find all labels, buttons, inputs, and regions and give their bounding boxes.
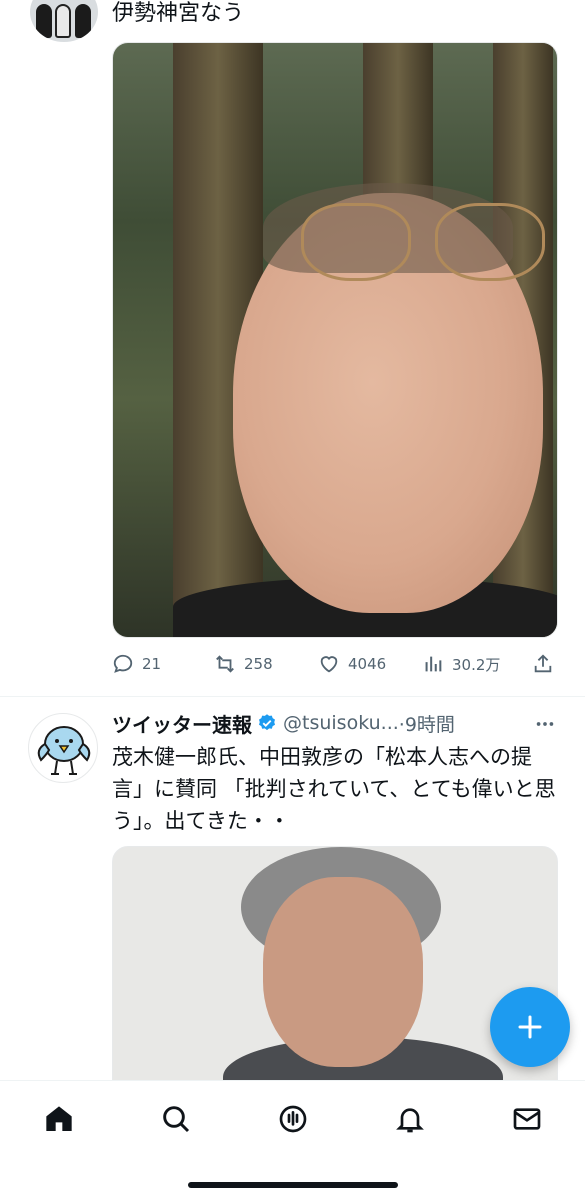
tweet-photo[interactable] — [112, 846, 558, 1086]
tweet-actions: 21 258 4046 30.2万 — [112, 648, 558, 680]
bell-icon — [396, 1108, 424, 1133]
home-indicator — [188, 1182, 398, 1188]
more-icon[interactable] — [534, 713, 556, 735]
tweet-text: 伊勢神宮なう — [112, 1, 245, 26]
tweet-timestamp[interactable]: ·9時間 — [399, 710, 455, 737]
envelope-icon — [513, 1108, 541, 1130]
author-name[interactable]: ツイッター速報 — [112, 709, 252, 738]
heart-icon — [320, 656, 338, 673]
views-button[interactable]: 30.2万 — [422, 648, 500, 680]
spaces-icon — [279, 1105, 307, 1133]
avatar[interactable] — [28, 713, 98, 783]
views-count: 30.2万 — [452, 655, 501, 674]
tab-notifications[interactable] — [394, 1103, 426, 1135]
views-icon — [425, 656, 442, 672]
retweet-icon — [216, 655, 234, 673]
photo-glasses — [301, 203, 411, 281]
search-icon — [163, 1106, 190, 1133]
photo-glasses — [435, 203, 545, 281]
avatar[interactable] — [30, 0, 98, 42]
tab-home[interactable] — [43, 1103, 75, 1135]
tweet-photo[interactable] — [112, 42, 558, 638]
avatar-person-figure — [55, 4, 71, 38]
author-handle[interactable]: @tsuisoku... — [283, 712, 399, 734]
bird-avatar-icon — [37, 726, 91, 775]
tab-spaces[interactable] — [277, 1103, 309, 1135]
like-button[interactable]: 4046 — [318, 648, 386, 680]
share-icon — [534, 654, 552, 673]
avatar-person-figure — [36, 4, 52, 38]
tweet-text: 茂木健一郎氏、中田敦彦の「松本人志への提言」に賛同 「批判されていて、とても偉い… — [112, 745, 556, 833]
retweet-button[interactable]: 258 — [214, 648, 273, 680]
tab-messages[interactable] — [511, 1103, 543, 1135]
avatar-person-figure — [75, 4, 91, 38]
tweet-header: ツイッター速報 @tsuisoku... ·9時間 — [112, 709, 455, 737]
tab-search[interactable] — [160, 1103, 192, 1135]
like-count: 4046 — [348, 655, 387, 673]
share-button[interactable] — [532, 648, 554, 680]
photo-face — [263, 877, 423, 1067]
compose-button[interactable] — [490, 987, 570, 1067]
reply-button[interactable]: 21 — [112, 648, 161, 680]
plus-icon — [518, 1015, 542, 1039]
retweet-count: 258 — [244, 655, 273, 673]
tweet-1[interactable]: 伊勢神宮なう 21 258 4046 30.2万 — [0, 0, 585, 696]
reply-icon — [113, 654, 133, 673]
reply-count: 21 — [142, 655, 162, 673]
verified-badge-icon — [259, 714, 275, 731]
home-icon — [46, 1106, 72, 1131]
